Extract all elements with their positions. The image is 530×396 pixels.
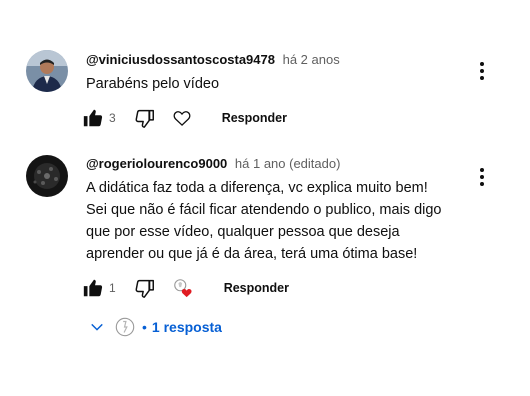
heart-icon	[173, 111, 191, 126]
replies-count-label[interactable]: 1 resposta	[152, 319, 222, 335]
more-actions-button[interactable]	[474, 166, 490, 188]
comment-header: @viniciusdossantoscosta9478 há 2 anos	[86, 52, 340, 68]
more-vert-icon	[480, 69, 484, 73]
more-vert-icon	[480, 62, 484, 66]
view-replies-button[interactable]: • 1 resposta	[88, 316, 222, 338]
comment-header: @rogeriolourenco9000 há 1 ano (editado)	[86, 156, 340, 172]
dislike-icon	[135, 279, 154, 298]
more-vert-icon	[480, 175, 484, 179]
like-count: 3	[109, 111, 116, 125]
comment-actions: 3 Responder	[82, 106, 287, 130]
channel-avatar-icon	[115, 317, 135, 337]
creator-heart-button[interactable]	[172, 277, 194, 299]
creator-heart-icon	[173, 279, 192, 298]
reply-button[interactable]: Responder	[222, 111, 287, 125]
heart-button[interactable]	[172, 108, 192, 128]
avatar[interactable]	[26, 50, 68, 92]
comment-text-line: Sei que não é fácil ficar atendendo o pu…	[86, 202, 442, 218]
comment-text-line: aprender ou que já é da área, terá uma ó…	[86, 246, 418, 262]
chevron-down-icon	[91, 323, 103, 331]
comment-text-line: A didática faz toda a diferença, vc expl…	[86, 180, 428, 196]
avatar[interactable]	[26, 155, 68, 197]
comment-actions: 1 Responder	[82, 276, 289, 300]
comment-time[interactable]: há 2 anos	[283, 52, 340, 67]
dislike-button[interactable]	[134, 107, 156, 129]
more-vert-icon	[480, 168, 484, 172]
dislike-button[interactable]	[134, 277, 156, 299]
comment-text-line: Parabéns pelo vídeo	[86, 76, 220, 92]
comment-text-line: que por esse vídeo, qualquer pessoa que …	[86, 224, 400, 240]
comment-text: A didática faz toda a diferença, vc expl…	[86, 177, 486, 265]
more-vert-icon	[480, 76, 484, 80]
comment-time[interactable]: há 1 ano (editado)	[235, 156, 341, 171]
author-name[interactable]: @viniciusdossantoscosta9478	[86, 52, 275, 67]
like-button[interactable]	[82, 107, 104, 129]
like-button[interactable]	[82, 277, 104, 299]
like-count: 1	[109, 281, 116, 295]
separator-dot: •	[142, 319, 147, 335]
more-vert-icon	[480, 182, 484, 186]
like-icon	[83, 279, 103, 297]
like-icon	[83, 109, 103, 127]
author-name[interactable]: @rogeriolourenco9000	[86, 156, 227, 171]
dislike-icon	[135, 109, 154, 128]
reply-button[interactable]: Responder	[224, 281, 289, 295]
comment-text: Parabéns pelo vídeo	[86, 73, 486, 95]
more-actions-button[interactable]	[474, 60, 490, 82]
